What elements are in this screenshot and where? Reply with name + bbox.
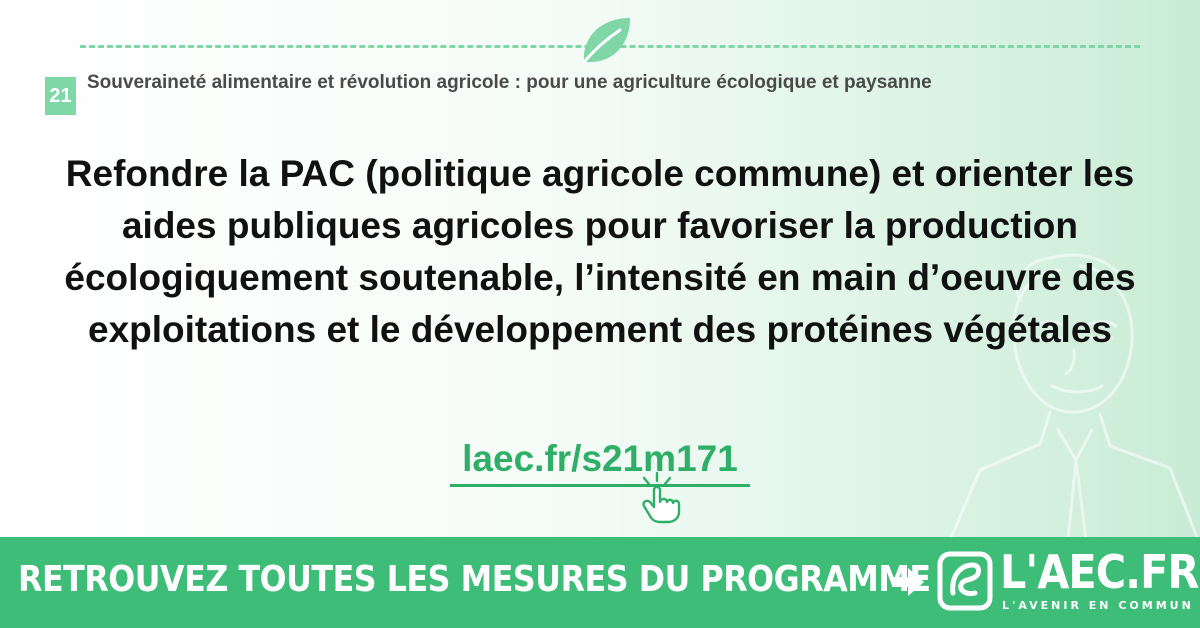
laec-logo-text: L'AEC.FR — [1000, 545, 1199, 599]
measure-card: 21 Souveraineté alimentaire et révolutio… — [0, 0, 1200, 628]
pointing-hand-icon — [642, 471, 681, 524]
measure-headline: Refondre la PAC (politique agricole comm… — [64, 153, 1136, 350]
theme-title: Souveraineté alimentaire et révolution a… — [87, 72, 932, 93]
measure-link[interactable]: laec.fr/s21m171 — [450, 438, 750, 487]
footer-cta[interactable]: RETROUVEZ TOUTES LES MESURES DU PROGRAMM… — [18, 559, 931, 600]
arrow-right-icon — [892, 568, 924, 596]
footer-banner[interactable]: RETROUVEZ TOUTES LES MESURES DU PROGRAMM… — [0, 537, 1200, 628]
laec-logo-icon — [937, 551, 993, 611]
leaf-icon — [582, 18, 630, 64]
laec-logo-tagline: L'AVENIR EN COMMUN — [1002, 599, 1194, 612]
theme-header: 21 Souveraineté alimentaire et révolutio… — [45, 72, 1125, 122]
theme-number-badge: 21 — [45, 77, 76, 115]
